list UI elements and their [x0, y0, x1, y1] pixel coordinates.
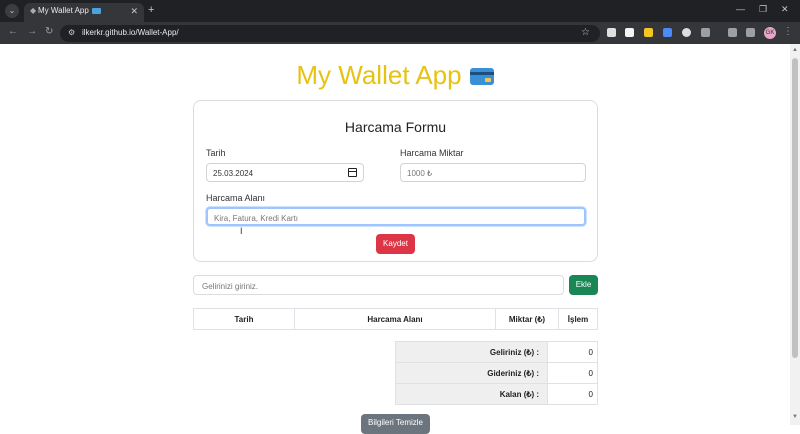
summary-row: Kalan (₺) : 0 [395, 383, 598, 405]
tab-close-icon[interactable]: ✕ [130, 6, 138, 17]
profile-avatar[interactable]: GK [764, 27, 776, 39]
clear-data-button[interactable]: Bilgileri Temizle [361, 414, 430, 434]
expense-area-input[interactable]: Kira, Fatura, Kredi Kartı [206, 207, 586, 226]
minimize-icon[interactable]: — [736, 4, 745, 14]
forward-icon[interactable]: → [27, 26, 37, 37]
scroll-thumb[interactable] [792, 58, 798, 358]
extensions-puzzle-icon[interactable] [701, 28, 710, 37]
add-income-button[interactable]: Ekle [569, 275, 598, 295]
side-panel-icon[interactable] [746, 28, 755, 37]
date-label: Tarih [206, 148, 226, 158]
expense-table: Tarih Harcama Alanı Miktar (₺) İşlem [193, 308, 598, 330]
text-cursor-icon: I [240, 226, 243, 236]
table-header-row: Tarih Harcama Alanı Miktar (₺) İşlem [193, 308, 598, 330]
amount-input[interactable]: 1000 ₺ [400, 163, 586, 182]
balance-value: 0 [547, 383, 598, 405]
income-input[interactable]: Gelirinizi giriniz. [193, 275, 564, 295]
scroll-down-icon[interactable]: ▼ [792, 414, 798, 420]
extension-icon[interactable] [607, 28, 616, 37]
close-window-icon[interactable]: ✕ [781, 4, 789, 15]
expense-total-label: Gideriniz (₺) : [395, 362, 548, 384]
column-header: Tarih [193, 308, 295, 330]
page-content: My Wallet App Harcama Formu Tarih 25.03.… [0, 44, 790, 434]
column-header: Miktar (₺) [495, 308, 559, 330]
amount-label: Harcama Miktar [400, 148, 464, 158]
tab-search-icon[interactable]: ⌄ [5, 4, 19, 18]
extension-icon[interactable] [644, 28, 653, 37]
scroll-up-icon[interactable]: ▲ [792, 47, 798, 53]
summary-row: Gideriniz (₺) : 0 [395, 362, 598, 384]
back-icon[interactable]: ← [8, 26, 18, 37]
extension-icon[interactable] [625, 28, 634, 37]
extension-icon[interactable] [682, 28, 691, 37]
menu-kebab-icon[interactable]: ⋮ [783, 26, 793, 37]
credit-card-icon [91, 7, 101, 14]
page-scrollbar[interactable]: ▲ ▼ [790, 44, 800, 425]
column-header: Harcama Alanı [294, 308, 496, 330]
credit-card-icon [469, 68, 494, 85]
summary-row: Geliriniz (₺) : 0 [395, 341, 598, 363]
summary-table: Geliriniz (₺) : 0 Gideriniz (₺) : 0 Kala… [395, 341, 598, 405]
reading-list-icon[interactable] [728, 28, 737, 37]
calendar-icon[interactable] [348, 168, 357, 177]
date-input[interactable]: 25.03.2024 [206, 163, 364, 182]
site-info-icon[interactable]: ⚙ [68, 28, 75, 37]
balance-label: Kalan (₺) : [395, 383, 548, 405]
area-label: Harcama Alanı [206, 193, 266, 203]
tab-title: My Wallet App [38, 6, 89, 15]
browser-tab[interactable]: ◆ My Wallet App ✕ [24, 3, 144, 22]
browser-toolbar: ← → ↻ ⚙ ilkerkr.github.io/Wallet-App/ ☆ … [0, 22, 800, 44]
app-title: My Wallet App [0, 60, 790, 91]
income-total-value: 0 [547, 341, 598, 363]
address-bar[interactable]: ⚙ ilkerkr.github.io/Wallet-App/ ☆ [60, 25, 600, 42]
browser-tab-bar: ⌄ ◆ My Wallet App ✕ + — ❐ ✕ [0, 0, 800, 22]
column-header: İşlem [558, 308, 598, 330]
save-button[interactable]: Kaydet [376, 234, 415, 254]
reload-icon[interactable]: ↻ [45, 26, 53, 37]
tab-favicon-icon: ◆ [30, 6, 37, 15]
bookmark-star-icon[interactable]: ☆ [581, 27, 590, 38]
expense-total-value: 0 [547, 362, 598, 384]
restore-icon[interactable]: ❐ [759, 4, 767, 15]
expense-form: Harcama Formu Tarih 25.03.2024 Harcama M… [193, 100, 598, 262]
form-title: Harcama Formu [344, 119, 447, 135]
extension-icon[interactable] [663, 28, 672, 37]
income-total-label: Geliriniz (₺) : [395, 341, 548, 363]
url-text: ilkerkr.github.io/Wallet-App/ [82, 28, 179, 37]
new-tab-button[interactable]: + [148, 4, 154, 16]
